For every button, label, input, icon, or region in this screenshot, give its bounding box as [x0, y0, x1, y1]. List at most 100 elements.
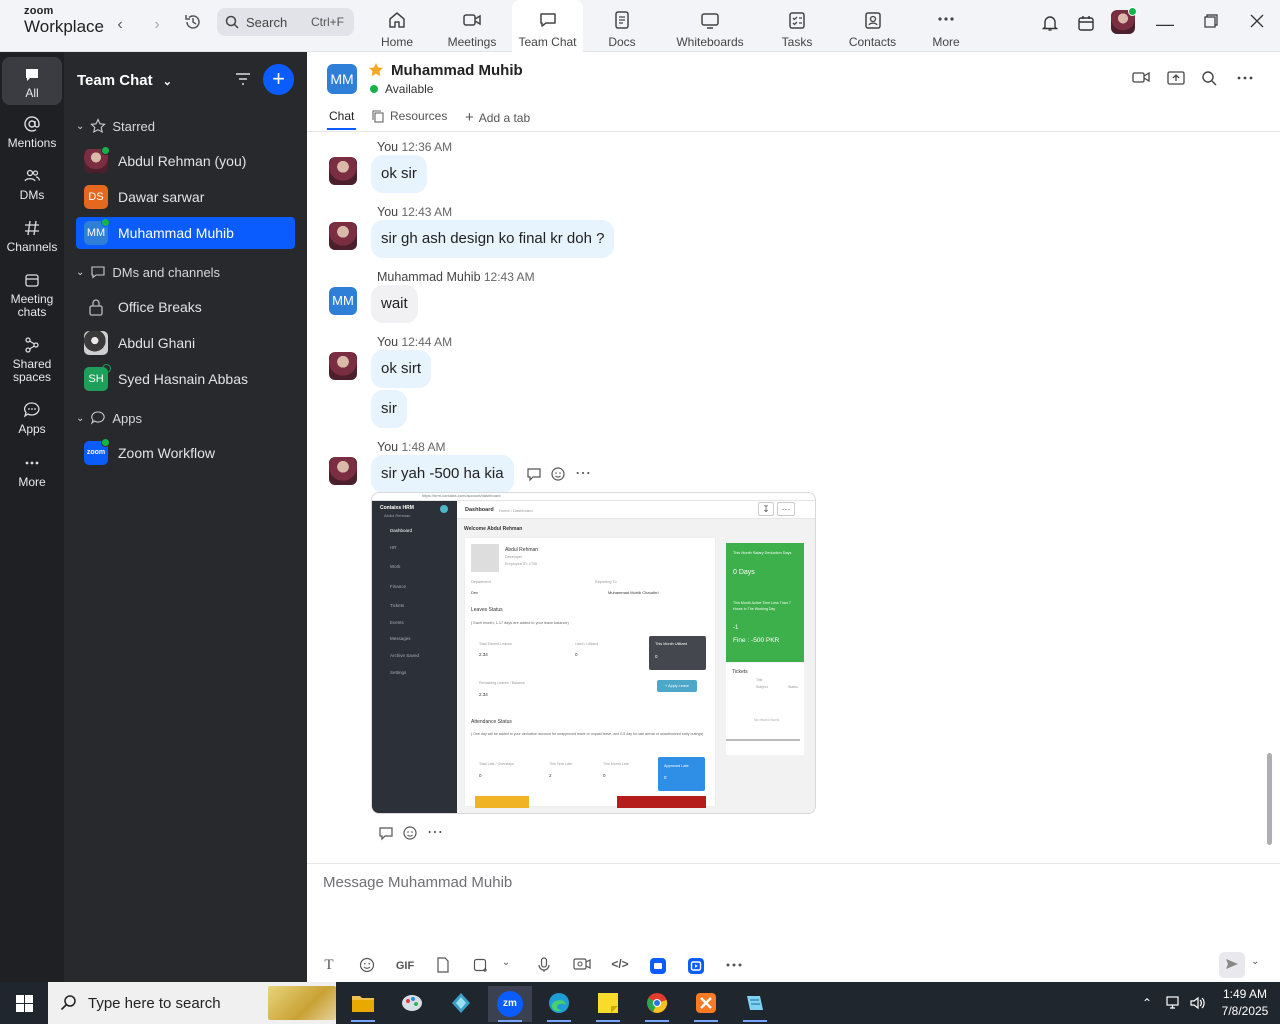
calendar-icon[interactable] [1074, 14, 1098, 38]
zoom-logo[interactable]: zoom Workplace [24, 6, 104, 36]
chat-item-zoom-workflow[interactable]: zoom Zoom Workflow [76, 437, 295, 469]
message-bubble[interactable]: sir gh ash design ko final kr doh ? [371, 220, 615, 258]
sender-avatar[interactable] [329, 222, 357, 250]
taskbar-search[interactable]: Type here to search [48, 982, 336, 1024]
message-bubble[interactable]: sir [371, 390, 407, 428]
video-call-icon[interactable] [1129, 70, 1153, 90]
chat-item-dawar-sarwar[interactable]: DS Dawar sarwar [76, 181, 295, 213]
message-list[interactable]: You 12:36 AM ok sir You 12:43 AM sir gh … [307, 133, 1280, 863]
minimize-icon[interactable]: — [1153, 14, 1177, 38]
tab-tasks[interactable]: Tasks [777, 0, 817, 52]
chevron-down-icon[interactable]: ⌄ [1251, 956, 1259, 967]
file-explorer-icon[interactable] [341, 986, 385, 1022]
tab-contacts[interactable]: Contacts [845, 0, 900, 52]
rail-channels[interactable]: Channels [2, 219, 62, 254]
network-icon[interactable] [1166, 995, 1182, 1014]
history-icon[interactable] [181, 13, 205, 37]
close-icon[interactable] [1245, 14, 1269, 38]
gif-button[interactable]: GIF [393, 957, 417, 975]
chat-item-syed-hasnain-abbas[interactable]: SH Syed Hasnain Abbas [76, 363, 295, 395]
reply-icon[interactable] [526, 466, 542, 485]
chat-item-abdul-rehman[interactable]: Abdul Rehman (you) [76, 145, 295, 177]
rail-dms[interactable]: DMs [2, 167, 62, 202]
chat-item-abdul-ghani[interactable]: Abdul Ghani [76, 327, 295, 359]
tab-resources[interactable]: Resources [372, 109, 447, 123]
share-screen-icon[interactable] [1164, 70, 1188, 90]
paint-app-icon[interactable] [390, 986, 434, 1022]
message-more-icon[interactable]: ⋯ [427, 822, 443, 842]
chevron-up-icon[interactable]: ⌃ [1142, 996, 1152, 1010]
profile-avatar[interactable] [1111, 7, 1137, 34]
sender-avatar[interactable] [329, 457, 357, 485]
zoom-app-icon[interactable]: zm [488, 986, 532, 1022]
emoji-reaction-icon[interactable] [550, 466, 566, 485]
back-icon[interactable]: ‹ [108, 13, 132, 37]
rail-meeting-chats[interactable]: Meeting chats [2, 271, 62, 319]
rail-all[interactable]: All [2, 57, 62, 105]
tab-more[interactable]: More [926, 0, 966, 52]
message-input[interactable]: Message Muhammad Muhib [323, 874, 512, 891]
scrollbar-thumb[interactable] [1267, 753, 1272, 845]
section-dms-and-channels[interactable]: ⌄ DMs and channels [76, 264, 220, 280]
search-icon[interactable] [1197, 70, 1221, 90]
more-tools-icon[interactable] [723, 957, 745, 975]
tab-chat[interactable]: Chat [326, 109, 357, 130]
sender-avatar[interactable] [329, 352, 357, 380]
more-options-icon[interactable] [1233, 70, 1257, 90]
panel-title[interactable]: Team Chat ⌄ [77, 72, 172, 89]
app-diamond-icon[interactable] [439, 986, 483, 1022]
chat-item-muhammad-muhib[interactable]: MM Muhammad Muhib [76, 217, 295, 249]
chrome-browser-icon[interactable] [635, 986, 679, 1022]
sender-avatar[interactable]: MM [329, 287, 357, 315]
notepad-icon[interactable] [733, 986, 777, 1022]
notifications-bell-icon[interactable] [1038, 14, 1062, 38]
microphone-icon[interactable] [533, 957, 555, 975]
section-apps[interactable]: ⌄ Apps [76, 410, 142, 426]
xampp-icon[interactable] [684, 986, 728, 1022]
edge-browser-icon[interactable] [537, 986, 581, 1022]
new-chat-button[interactable]: + [263, 64, 294, 95]
tab-whiteboards[interactable]: Whiteboards [670, 0, 750, 52]
system-clock[interactable]: 1:49 AM 7/8/2025 [1214, 986, 1276, 1020]
star-icon[interactable] [368, 62, 384, 81]
tab-docs[interactable]: Docs [597, 0, 647, 52]
search-input[interactable]: Search Ctrl+F [217, 8, 354, 36]
message-bubble[interactable]: wait [371, 285, 418, 323]
attached-image[interactable]: https://hrm.contaixs.com/account/dashboa… [371, 492, 816, 814]
tab-meetings[interactable]: Meetings [442, 0, 502, 52]
file-icon[interactable] [432, 957, 454, 975]
format-text-icon[interactable]: T [318, 957, 340, 975]
video-message-icon[interactable] [571, 957, 593, 975]
zoom-clips-icon[interactable] [685, 957, 707, 975]
message-more-icon[interactable]: ⋯ [575, 463, 591, 483]
filter-icon[interactable] [234, 71, 252, 90]
rail-more[interactable]: More [2, 454, 62, 489]
contact-avatar[interactable]: MM [327, 64, 357, 94]
forward-icon[interactable]: › [145, 13, 169, 37]
screenshot-icon[interactable] [470, 957, 492, 975]
sender-avatar[interactable] [329, 157, 357, 185]
emoji-icon[interactable] [356, 957, 378, 975]
restore-icon[interactable] [1199, 14, 1223, 38]
volume-icon[interactable] [1189, 995, 1205, 1014]
send-button[interactable] [1219, 952, 1245, 978]
message-bubble[interactable]: ok sirt [371, 350, 432, 388]
rail-mentions[interactable]: Mentions [2, 115, 62, 150]
sticky-notes-icon[interactable] [586, 986, 630, 1022]
section-starred[interactable]: ⌄ Starred [76, 118, 155, 134]
zoom-docs-icon[interactable] [647, 957, 669, 975]
tab-home[interactable]: Home [372, 0, 422, 52]
start-button[interactable] [0, 982, 48, 1024]
rail-apps[interactable]: Apps [2, 401, 62, 436]
rail-shared-spaces[interactable]: Shared spaces [2, 336, 62, 384]
contact-name[interactable]: Muhammad Muhib [391, 62, 523, 79]
chevron-down-icon[interactable]: ⌄ [495, 957, 517, 975]
code-snippet-icon[interactable]: </> [609, 957, 631, 975]
message-bubble[interactable]: ok sir [371, 155, 427, 193]
tab-team-chat[interactable]: Team Chat [512, 0, 583, 53]
chat-item-office-breaks[interactable]: Office Breaks [76, 291, 295, 323]
reply-icon[interactable] [378, 825, 394, 844]
emoji-reaction-icon[interactable] [402, 825, 418, 844]
message-bubble[interactable]: sir yah -500 ha kia [371, 455, 514, 493]
tab-add-a-tab[interactable]: + Add a tab [465, 109, 530, 126]
